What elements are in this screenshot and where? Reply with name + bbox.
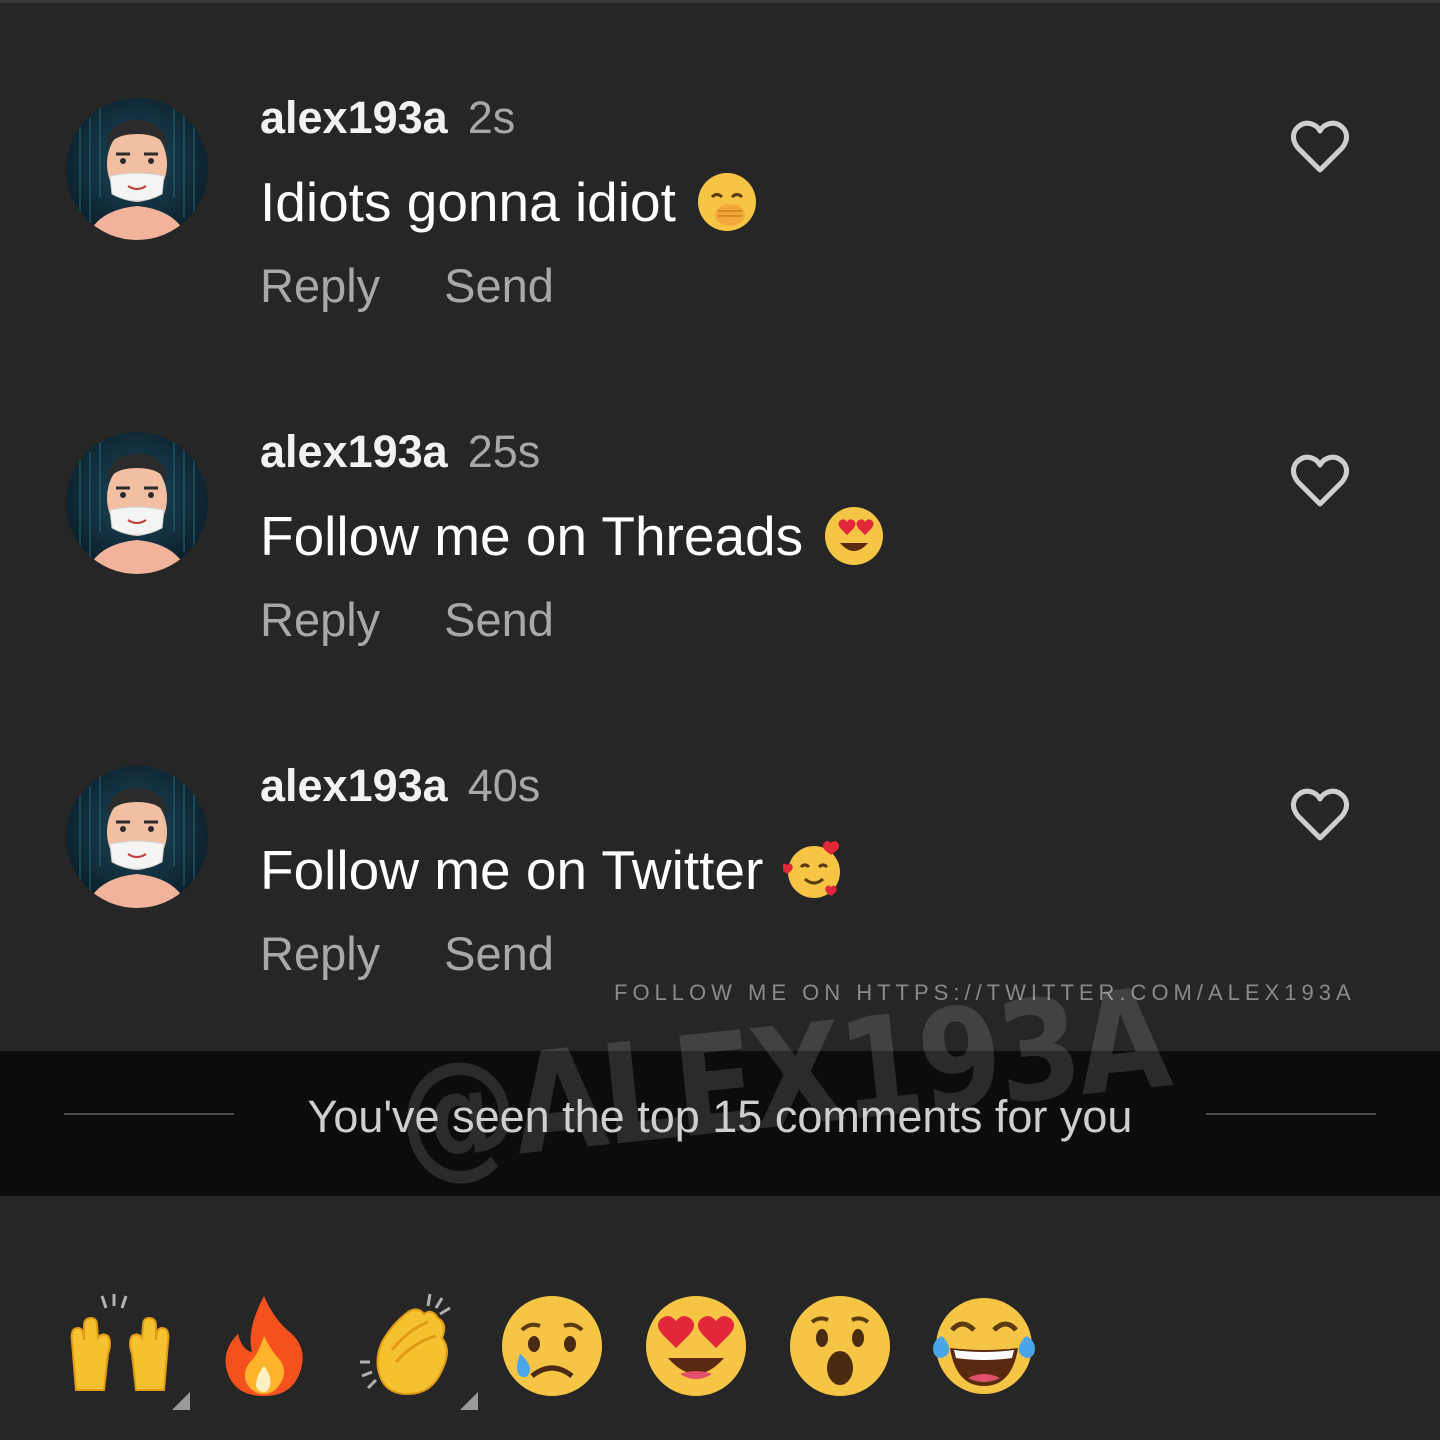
username-text[interactable]: alex193a (260, 760, 448, 811)
raising-hands-emoji-icon[interactable] (64, 1290, 190, 1410)
heart-icon[interactable] (1288, 452, 1352, 510)
comment-actions: Reply Send (260, 258, 554, 313)
username-text[interactable]: alex193a (260, 92, 448, 143)
avatar[interactable] (66, 766, 208, 908)
comment-timestamp: 25s (467, 426, 541, 477)
comment-timestamp: 2s (467, 92, 516, 143)
variant-indicator-icon (172, 1392, 190, 1410)
avatar[interactable] (66, 432, 208, 574)
comment-body: Idiots gonna idiot (260, 171, 676, 233)
send-button[interactable]: Send (444, 592, 554, 647)
heart-icon[interactable] (1288, 786, 1352, 844)
reply-button[interactable]: Reply (260, 592, 380, 647)
heart-icon[interactable] (1288, 118, 1352, 176)
comment-text: Follow me on Twitter (260, 838, 845, 902)
comment-body: Follow me on Twitter (260, 839, 764, 901)
comment-username[interactable]: alex193a 25s (260, 426, 540, 478)
send-button[interactable]: Send (444, 926, 554, 981)
comment-actions: Reply Send (260, 926, 554, 981)
smiling-face-with-hearts-emoji-icon (781, 839, 845, 901)
username-text[interactable]: alex193a (260, 426, 448, 477)
comment-body: Follow me on Threads (260, 505, 804, 567)
avatar[interactable] (66, 98, 208, 240)
end-of-comments-banner: You've seen the top 15 comments for you (0, 1051, 1440, 1196)
comment-text: Idiots gonna idiot (260, 170, 758, 234)
comment-username[interactable]: alex193a 40s (260, 760, 540, 812)
end-of-comments-text: You've seen the top 15 comments for you (307, 1091, 1133, 1142)
hand-over-mouth-emoji-icon (696, 171, 758, 233)
fire-emoji-icon[interactable] (208, 1290, 320, 1402)
crying-face-emoji-icon[interactable] (496, 1290, 608, 1402)
top-divider (0, 0, 1440, 3)
astonished-face-emoji-icon[interactable] (784, 1290, 896, 1402)
watermark-caption: FOLLOW ME ON HTTPS://TWITTER.COM/ALEX193… (614, 980, 1356, 1005)
comment-item: alex193a 25s Follow me on Threads Reply Se… (0, 426, 1440, 672)
comment-actions: Reply Send (260, 592, 554, 647)
clapping-hands-emoji-icon[interactable] (352, 1290, 478, 1410)
heart-eyes-emoji-icon[interactable] (640, 1290, 752, 1402)
reply-button[interactable]: Reply (260, 926, 380, 981)
reply-button[interactable]: Reply (260, 258, 380, 313)
comment-item: alex193a 2s Idiots gonna idiot Reply Send (0, 92, 1440, 338)
variant-indicator-icon (460, 1392, 478, 1410)
tears-of-joy-emoji-icon[interactable] (928, 1290, 1040, 1402)
send-button[interactable]: Send (444, 258, 554, 313)
heart-eyes-emoji-icon (823, 505, 885, 567)
comment-text: Follow me on Threads (260, 504, 885, 568)
comment-username[interactable]: alex193a 2s (260, 92, 515, 144)
comment-timestamp: 40s (467, 760, 541, 811)
quick-reaction-bar (0, 1290, 1440, 1420)
comment-item: alex193a 40s Follow me on Twitter Reply Se… (0, 760, 1440, 1006)
